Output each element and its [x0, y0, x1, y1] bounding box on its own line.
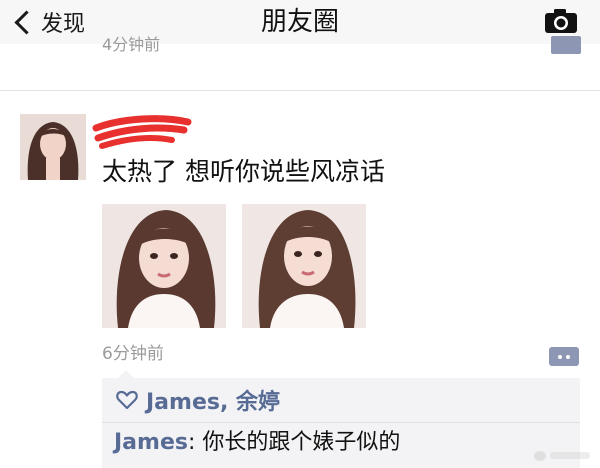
comment-separator: :	[187, 430, 203, 455]
likes-names[interactable]: James, 余婷	[146, 384, 280, 416]
previous-comment-button[interactable]	[551, 36, 581, 54]
comment-button[interactable]	[549, 347, 579, 366]
post-time: 6分钟前	[102, 344, 164, 364]
comment-author[interactable]: James	[114, 430, 188, 455]
comment-text: 你长的跟个婊子似的	[202, 430, 401, 455]
post-photo-2[interactable]	[242, 204, 366, 328]
comment-dot-icon	[558, 355, 562, 359]
likes-comments-panel: James, 余婷 James: 你长的跟个婊子似的	[102, 378, 580, 468]
previous-post-time: 4分钟前	[102, 35, 161, 54]
back-button[interactable]: 发现	[10, 4, 85, 40]
page-title: 朋友圈	[260, 7, 339, 37]
comment-dot-icon	[566, 355, 570, 359]
likes-row: James, 余婷	[102, 378, 580, 423]
navigation-bar: 发现 朋友圈	[0, 0, 600, 44]
panel-pointer	[118, 370, 134, 378]
back-label: 发现	[41, 12, 86, 37]
redacted-name-scribble	[92, 115, 192, 149]
watermark-logo	[534, 451, 590, 461]
heart-outline-icon	[116, 390, 138, 410]
comment-item[interactable]: James: 你长的跟个婊子似的	[114, 428, 400, 458]
avatar[interactable]	[20, 114, 86, 180]
post-text: 太热了 想听你说些风凉话	[102, 157, 385, 186]
post-divider	[0, 90, 600, 91]
chevron-left-icon	[14, 9, 39, 35]
camera-icon[interactable]	[544, 8, 578, 34]
moments-screen: 发现 朋友圈 4分钟前 太热了 想听你说些风凉话 6分钟前 James, 余婷 …	[0, 0, 600, 468]
post-photo-1[interactable]	[102, 204, 226, 328]
